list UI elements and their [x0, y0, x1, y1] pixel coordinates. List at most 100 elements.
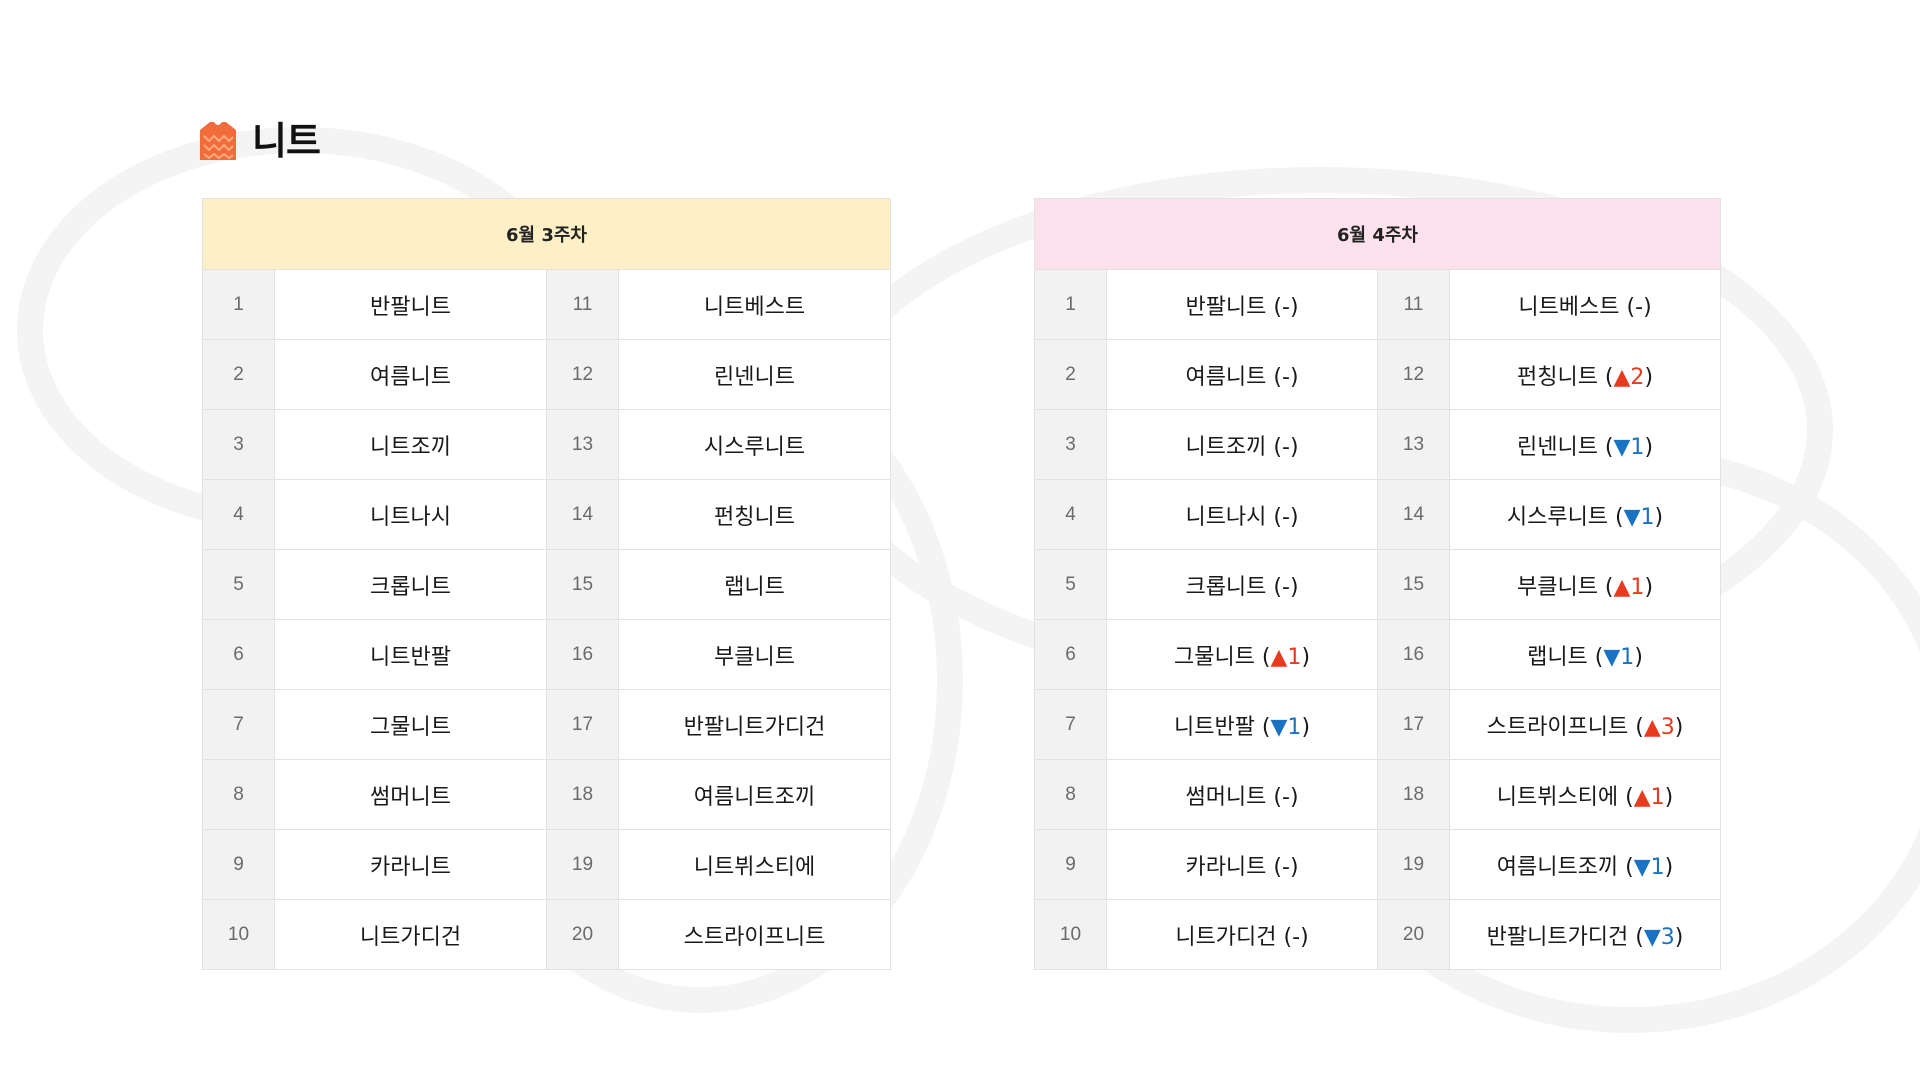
keyword-cell: 여름니트 (-)	[1106, 339, 1378, 410]
change-paren-open: (	[1266, 574, 1282, 600]
keyword-name: 스트라이프니트	[683, 924, 826, 950]
keyword-cell: 크롭니트	[274, 549, 547, 620]
rank-change: ▼3	[1643, 924, 1675, 950]
change-paren-close: )	[1674, 714, 1684, 740]
rank-number: 2	[1034, 339, 1107, 410]
keyword-cell: 스트라이프니트	[618, 899, 891, 970]
rank-change: -	[1282, 854, 1290, 880]
rank-number: 11	[1377, 269, 1450, 340]
rank-change: ▼1	[1603, 644, 1635, 670]
change-paren-close: )	[1644, 434, 1654, 460]
rank-number: 2	[202, 339, 275, 410]
keyword-cell: 랩니트	[618, 549, 891, 620]
rank-number: 7	[202, 689, 275, 760]
table-row: 9 카라니트 (-) 19 여름니트조끼 (▼1)	[1034, 829, 1721, 900]
table-row: 1 반팔니트 11 니트베스트	[202, 269, 891, 340]
change-paren-open: (	[1276, 924, 1293, 950]
keyword-cell: 니트나시 (-)	[1106, 479, 1378, 550]
rank-change: ▲1	[1613, 574, 1645, 600]
change-paren-close: )	[1289, 294, 1299, 320]
keyword-name: 니트베스트	[703, 294, 806, 320]
rank-change: -	[1282, 294, 1290, 320]
keyword-name: 그물니트	[370, 714, 451, 740]
change-paren-open: (	[1266, 364, 1282, 390]
rank-number: 3	[1034, 409, 1107, 480]
keyword-cell: 펀칭니트	[618, 479, 891, 550]
rank-number: 7	[1034, 689, 1107, 760]
change-paren-close: )	[1289, 504, 1299, 530]
keyword-cell: 여름니트	[274, 339, 547, 410]
keyword-name: 썸머니트	[370, 784, 451, 810]
rank-number: 15	[546, 549, 619, 620]
table-row: 9 카라니트 19 니트뷔스티에	[202, 829, 891, 900]
rank-number: 14	[1377, 479, 1450, 550]
rank-change: ▲2	[1613, 364, 1645, 390]
keyword-name: 여름니트조끼	[693, 784, 816, 810]
table-row: 10 니트가디건 20 스트라이프니트	[202, 899, 891, 970]
keyword-cell: 니트가디건 (-)	[1106, 899, 1378, 970]
rank-change: -	[1282, 574, 1290, 600]
keyword-name: 니트뷔스티에	[693, 854, 816, 880]
keyword-name: 니트베스트	[1518, 294, 1620, 320]
rank-change: ▼1	[1613, 434, 1645, 460]
table-row: 5 크롭니트 (-) 15 부클니트 (▲1)	[1034, 549, 1721, 620]
change-paren-close: )	[1664, 784, 1674, 810]
keyword-cell: 여름니트조끼	[618, 759, 891, 830]
rank-change: ▼1	[1623, 504, 1655, 530]
rank-number: 18	[546, 759, 619, 830]
change-paren-open: (	[1628, 924, 1644, 950]
change-paren-open: (	[1619, 294, 1636, 320]
keyword-name: 반팔니트가디건	[1486, 924, 1629, 950]
rank-number: 5	[202, 549, 275, 620]
change-paren-close: )	[1674, 924, 1684, 950]
rank-number: 13	[546, 409, 619, 480]
keyword-name: 카라니트	[1185, 854, 1267, 880]
table-row: 2 여름니트 12 린넨니트	[202, 339, 891, 410]
rank-number: 17	[1377, 689, 1450, 760]
change-paren-close: )	[1300, 924, 1309, 950]
change-paren-close: )	[1289, 434, 1299, 460]
rank-number: 15	[1377, 549, 1450, 620]
table-row: 6 그물니트 (▲1) 16 랩니트 (▼1)	[1034, 619, 1721, 690]
change-paren-close: )	[1634, 644, 1643, 670]
keyword-name: 린넨니트	[1516, 434, 1598, 460]
keyword-cell: 펀칭니트 (▲2)	[1449, 339, 1721, 410]
keyword-cell: 반팔니트가디건 (▼3)	[1449, 899, 1721, 970]
keyword-cell: 니트나시	[274, 479, 547, 550]
rank-change: -	[1292, 924, 1301, 950]
keyword-cell: 니트베스트	[618, 269, 891, 340]
table-row: 7 니트반팔 (▼1) 17 스트라이프니트 (▲3)	[1034, 689, 1721, 760]
table-row: 8 썸머니트 18 여름니트조끼	[202, 759, 891, 830]
keyword-name: 반팔니트	[1185, 294, 1267, 320]
rank-change: ▲1	[1270, 644, 1302, 670]
rank-number: 1	[202, 269, 275, 340]
change-paren-close: )	[1289, 574, 1299, 600]
change-paren-open: (	[1597, 364, 1614, 390]
change-paren-close: )	[1643, 294, 1652, 320]
rank-change: -	[1282, 784, 1290, 810]
rank-number: 12	[546, 339, 619, 410]
keyword-name: 시스루니트	[703, 434, 806, 460]
keyword-cell: 시스루니트	[618, 409, 891, 480]
keyword-name: 여름니트	[370, 364, 451, 390]
page-header: 니트	[198, 114, 321, 168]
table-row: 3 니트조끼 13 시스루니트	[202, 409, 891, 480]
rank-change: ▲1	[1633, 784, 1665, 810]
change-paren-close: )	[1289, 784, 1299, 810]
sweater-icon	[200, 122, 236, 160]
keyword-name: 니트조끼	[1185, 434, 1267, 460]
keyword-cell: 그물니트 (▲1)	[1106, 619, 1378, 690]
rank-change: ▼1	[1270, 714, 1302, 740]
rank-number: 9	[1034, 829, 1107, 900]
keyword-cell: 반팔니트 (-)	[1106, 269, 1378, 340]
keyword-name: 여름니트조끼	[1496, 854, 1619, 880]
table-row: 3 니트조끼 (-) 13 린넨니트 (▼1)	[1034, 409, 1721, 480]
change-paren-close: )	[1644, 574, 1654, 600]
change-paren-close: )	[1664, 854, 1674, 880]
table-title-week4: 6월 4주차	[1034, 198, 1721, 270]
keyword-name: 카라니트	[370, 854, 451, 880]
ranking-table-week4: 6월 4주차 1 반팔니트 (-) 11 니트베스트 (-) 2 여름니트 (-) 12 펀칭…	[1034, 198, 1721, 970]
keyword-cell: 시스루니트 (▼1)	[1449, 479, 1721, 550]
rank-number: 8	[1034, 759, 1107, 830]
keyword-name: 크롭니트	[1185, 574, 1267, 600]
